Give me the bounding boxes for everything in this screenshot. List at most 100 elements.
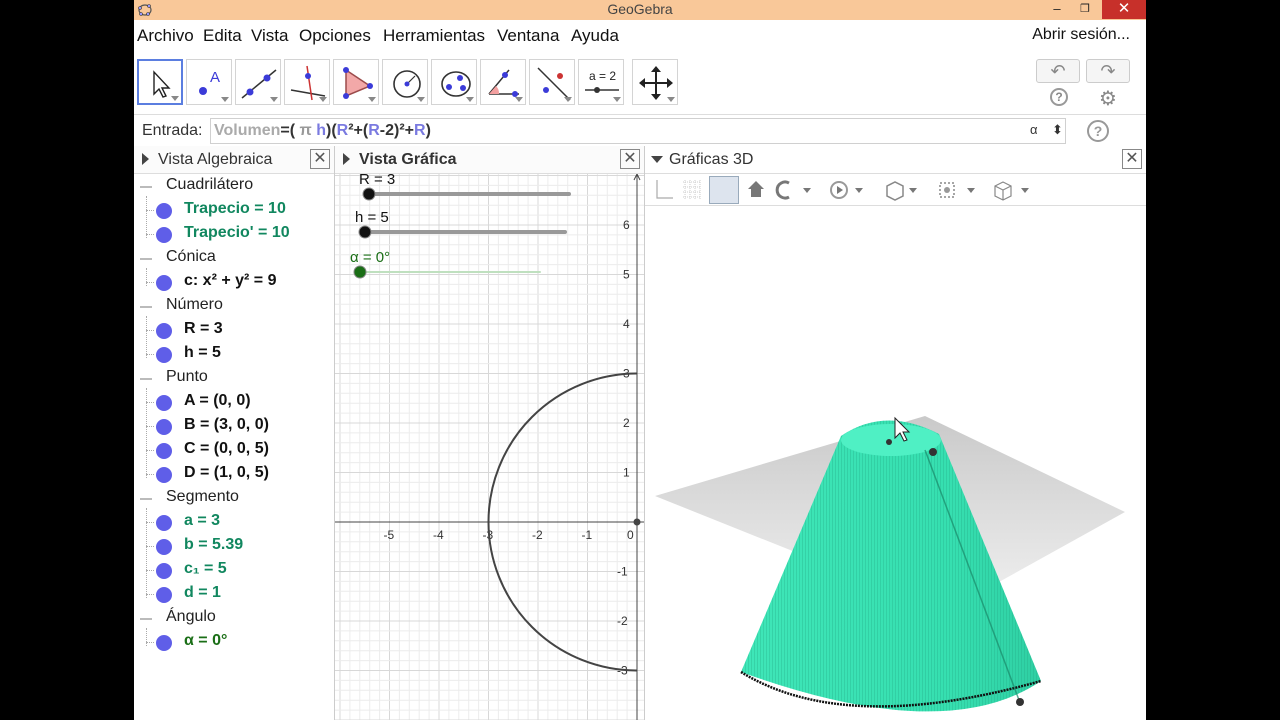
visibility-toggle[interactable] [156,323,172,339]
menu-herramientas[interactable]: Herramientas [383,26,485,46]
algebra-item[interactable]: R = 3 [184,320,223,338]
visibility-toggle[interactable] [156,515,172,531]
tree-branch [146,450,154,451]
algebra-item[interactable]: A = (0, 0) [184,392,251,410]
point-a[interactable] [633,518,641,526]
svg-text:a = 2: a = 2 [589,69,616,83]
slider-tool-button[interactable]: a = 2 [578,59,624,105]
slider-knob[interactable] [362,187,376,201]
menu-ayuda[interactable]: Ayuda [571,26,619,46]
category-collapse-icon[interactable] [140,498,152,500]
input-token: R [336,122,349,139]
perpendicular-tool-button[interactable] [284,59,330,105]
tree-branch [146,594,154,595]
y-tick-label: 6 [623,218,630,232]
input-token: π [299,122,317,139]
conic-tool-button[interactable] [431,59,477,105]
algebra-item[interactable]: c: x² + y² = 9 [184,272,277,290]
category-collapse-icon[interactable] [140,258,152,260]
visibility-toggle[interactable] [156,395,172,411]
help-icon[interactable]: ? [1050,88,1068,106]
visibility-toggle[interactable] [156,203,172,219]
close-window-button[interactable]: ✕ [1102,0,1146,19]
category-collapse-icon[interactable] [140,378,152,380]
slider-knob[interactable] [353,265,367,279]
symbol-select[interactable]: α ⬍ [1030,122,1063,138]
menu-ventana[interactable]: Ventana [497,26,559,46]
tree-line [146,628,147,646]
visibility-toggle[interactable] [156,635,172,651]
menu-opciones[interactable]: Opciones [299,26,371,46]
close-panel-button[interactable]: ✕ [620,149,640,169]
algebra-item[interactable]: C = (0, 0, 5) [184,440,269,458]
visibility-toggle[interactable] [156,347,172,363]
projection-icon[interactable] [935,178,979,202]
collapse-arrow-icon[interactable] [343,153,350,165]
tree-line [146,508,147,598]
slider-knob[interactable] [358,225,372,239]
rotate-view-icon[interactable] [773,178,813,202]
visibility-toggle[interactable] [156,587,172,603]
geogebra-window: GeoGebra ‒ ❐ ✕ Archivo Edita Vista Opcio… [134,0,1146,720]
visibility-toggle[interactable] [156,467,172,483]
collapse-arrow-icon[interactable] [142,153,149,165]
move-tool-button[interactable] [137,59,183,105]
close-panel-button[interactable]: ✕ [1122,149,1142,169]
tree-branch [146,474,154,475]
circle-tool-button[interactable] [382,59,428,105]
algebra-item[interactable]: d = 1 [184,584,221,602]
tree-branch [146,234,154,235]
menu-bar: Archivo Edita Vista Opciones Herramienta… [134,26,1146,50]
menu-archivo[interactable]: Archivo [137,26,194,46]
algebra-item[interactable]: B = (3, 0, 0) [184,416,269,434]
algebra-item[interactable]: a = 3 [184,512,220,530]
angle-tool-button[interactable] [480,59,526,105]
close-panel-button[interactable]: ✕ [310,149,330,169]
graphics-3d-header: Gráficas 3D ✕ [645,146,1146,174]
minimize-button[interactable]: ‒ [1044,0,1070,19]
home-icon[interactable] [745,178,767,202]
grid-icon[interactable] [681,178,703,202]
visibility-toggle[interactable] [156,227,172,243]
plane-toggle-icon[interactable] [709,176,739,204]
graphics-canvas[interactable]: -5 -4 -3 -2 -1 0654321-1-2-3R = 3h = 5α = 0° [335,174,644,720]
clipping-box-icon[interactable] [881,178,921,202]
login-link[interactable]: Abrir sesión... [1032,26,1130,44]
move-view-tool-button[interactable] [632,59,678,105]
collapse-arrow-icon[interactable] [651,156,663,163]
algebra-item[interactable]: Trapecio' = 10 [184,224,290,242]
visibility-toggle[interactable] [156,443,172,459]
line-tool-button[interactable] [235,59,281,105]
algebra-item[interactable]: α = 0° [184,632,227,650]
algebra-item[interactable]: h = 5 [184,344,221,362]
gear-icon[interactable]: ⚙ [1099,86,1117,111]
graphics-3d-canvas[interactable] [645,206,1146,720]
visibility-toggle[interactable] [156,539,172,555]
algebra-item[interactable]: Trapecio = 10 [184,200,286,218]
undo-button[interactable]: ↶ [1036,59,1080,83]
algebra-view: Vista Algebraica ✕ Cuadrilátero Trapecio … [134,146,334,720]
menu-edita[interactable]: Edita [203,26,242,46]
point-tool-button[interactable]: A [186,59,232,105]
algebra-item[interactable]: b = 5.39 [184,536,243,554]
reflect-tool-button[interactable] [529,59,575,105]
menu-vista[interactable]: Vista [251,26,289,46]
category-collapse-icon[interactable] [140,618,152,620]
input-help-icon[interactable]: ? [1087,120,1109,142]
axes-icon[interactable] [653,178,675,202]
visibility-toggle[interactable] [156,563,172,579]
graphics-3d-view: Gráficas 3D ✕ [644,146,1146,720]
view-direction-cube-icon[interactable] [991,178,1035,202]
category-label: Segmento [166,488,239,505]
algebra-item[interactable]: c₁ = 5 [184,560,227,578]
visibility-toggle[interactable] [156,275,172,291]
polygon-tool-button[interactable] [333,59,379,105]
visibility-toggle[interactable] [156,419,172,435]
play-rotation-icon[interactable] [827,178,867,202]
category-collapse-icon[interactable] [140,186,152,188]
category-collapse-icon[interactable] [140,306,152,308]
redo-button[interactable]: ↷ [1086,59,1130,83]
algebra-item[interactable]: D = (1, 0, 5) [184,464,269,482]
input-field[interactable]: Volumen=( π h)(R²+(R-2)²+R) [210,118,1066,144]
maximize-button[interactable]: ❐ [1072,0,1098,19]
